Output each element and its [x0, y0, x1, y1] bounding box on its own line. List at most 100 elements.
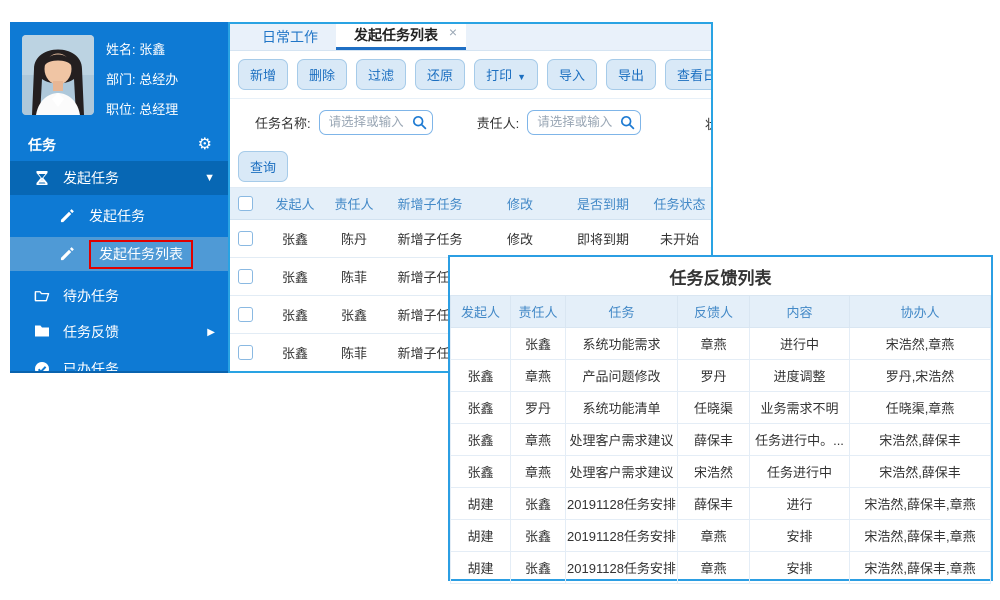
search-icon[interactable] — [412, 115, 427, 130]
feedback-person-link[interactable]: 薛保丰 — [678, 424, 750, 456]
task-link[interactable]: 系统功能清单 — [566, 392, 678, 424]
query-button[interactable]: 查询 — [238, 151, 288, 182]
initiator-link[interactable]: 张鑫 — [451, 456, 511, 488]
task-link[interactable]: 处理客户需求建议 — [566, 424, 678, 456]
modify-link[interactable]: 修改 — [482, 219, 558, 257]
table-row: 张鑫 陈丹 新增子任务 修改 即将到期 未开始 — [230, 219, 711, 257]
content-cell: 安排 — [750, 552, 850, 584]
assignee-link[interactable]: 张鑫 — [511, 520, 566, 552]
pencil-icon — [60, 208, 76, 224]
assignee-field-wrap — [527, 110, 641, 135]
query-row: 查询 — [230, 145, 711, 188]
initiator-link[interactable]: 胡建 — [451, 520, 511, 552]
add-subtask-link[interactable]: 新增子任务 — [378, 219, 482, 257]
toolbar: 新增 删除 过滤 还原 打印▼ 导入 导出 查看日志 — [230, 51, 711, 99]
assignee-link[interactable]: 张鑫 — [511, 552, 566, 584]
filter-row: 任务名称: 责任人: — [230, 99, 711, 145]
feedback-person-link[interactable]: 薛保丰 — [678, 488, 750, 520]
col-collaborators: 协办人 — [850, 296, 991, 328]
feedback-header-row: 发起人 责任人 任务 反馈人 内容 协办人 — [451, 296, 991, 328]
assignee-link[interactable]: 罗丹 — [511, 392, 566, 424]
export-button[interactable]: 导出 — [606, 59, 656, 90]
sidebar-item-initiate-task[interactable]: 发起任务 — [10, 199, 228, 233]
feedback-person-link[interactable]: 章燕 — [678, 328, 750, 360]
assignee-link[interactable]: 陈菲 — [330, 257, 378, 295]
sidebar-item-label: 已办任务 — [63, 359, 119, 373]
tab-daily-work[interactable]: 日常工作 — [244, 24, 336, 50]
assignee-link[interactable]: 章燕 — [511, 456, 566, 488]
gear-icon[interactable]: ⚙ — [198, 137, 212, 153]
feedback-row: 张鑫 章燕 处理客户需求建议 薛保丰 任务进行中。... 宋浩然,薛保丰 — [451, 424, 991, 456]
feedback-person-link[interactable]: 宋浩然 — [678, 456, 750, 488]
initiator-link[interactable]: 张鑫 — [451, 360, 511, 392]
import-button[interactable]: 导入 — [547, 59, 597, 90]
initiator-link[interactable]: 张鑫 — [451, 424, 511, 456]
select-all-checkbox[interactable] — [238, 196, 253, 211]
feedback-popup: 任务反馈列表 发起人 责任人 任务 反馈人 内容 协办人 张鑫 系统功能需求 — [448, 255, 993, 581]
sidebar-item-label: 发起任务列表 — [99, 246, 183, 262]
sidebar-item-todo-tasks[interactable]: 待办任务 — [10, 279, 228, 313]
feedback-person-link[interactable]: 章燕 — [678, 552, 750, 584]
assignee-link[interactable]: 陈丹 — [330, 219, 378, 257]
collaborators-cell: 罗丹,宋浩然 — [850, 360, 991, 392]
restore-button[interactable]: 还原 — [415, 59, 465, 90]
content-cell: 进行中 — [750, 328, 850, 360]
print-button[interactable]: 打印▼ — [474, 59, 538, 90]
row-checkbox[interactable] — [238, 345, 253, 360]
col-assignee: 责任人 — [511, 296, 566, 328]
feedback-person-link[interactable]: 任晓渠 — [678, 392, 750, 424]
task-link[interactable]: 产品问题修改 — [566, 360, 678, 392]
assignee-link[interactable]: 张鑫 — [511, 328, 566, 360]
sidebar-item-task-feedback[interactable]: 任务反馈 ▶ — [10, 315, 228, 349]
tab-initiate-task-list[interactable]: 发起任务列表 × — [336, 24, 466, 50]
initiator-link[interactable]: 张鑫 — [451, 392, 511, 424]
initiator-link[interactable]: 张鑫 — [260, 219, 330, 257]
profile-card: 姓名: 张鑫 部门: 总经办 职位: 总经理 — [10, 22, 228, 128]
assignee-link[interactable]: 张鑫 — [330, 295, 378, 333]
initiator-link[interactable]: 胡建 — [451, 552, 511, 584]
collaborators-cell: 任晓渠,章燕 — [850, 392, 991, 424]
view-log-button[interactable]: 查看日志 — [665, 59, 713, 90]
feedback-person-link[interactable]: 罗丹 — [678, 360, 750, 392]
assignee-link[interactable]: 章燕 — [511, 424, 566, 456]
feedback-row: 胡建 张鑫 20191128任务安排 章燕 安排 宋浩然,薛保丰,章燕 — [451, 552, 991, 584]
assignee-link[interactable]: 张鑫 — [511, 488, 566, 520]
task-link[interactable]: 处理客户需求建议 — [566, 456, 678, 488]
row-checkbox[interactable] — [238, 269, 253, 284]
feedback-person-link[interactable]: 章燕 — [678, 520, 750, 552]
search-icon[interactable] — [620, 115, 635, 130]
avatar — [22, 35, 94, 115]
task-link[interactable]: 20191128任务安排 — [566, 520, 678, 552]
row-checkbox[interactable] — [238, 307, 253, 322]
initiator-link[interactable]: 张鑫 — [260, 295, 330, 333]
close-icon[interactable]: × — [449, 24, 457, 40]
delete-button[interactable]: 删除 — [297, 59, 347, 90]
task-link[interactable]: 系统功能需求 — [566, 328, 678, 360]
collaborators-cell: 宋浩然,薛保丰,章燕 — [850, 520, 991, 552]
sidebar-item-initiate-task-parent[interactable]: 发起任务 ▼ — [10, 161, 228, 195]
feedback-table: 发起人 责任人 任务 反馈人 内容 协办人 张鑫 系统功能需求 章燕 进行中 宋… — [450, 295, 991, 584]
initiator-link[interactable]: 张鑫 — [260, 257, 330, 295]
assignee-link[interactable]: 陈菲 — [330, 333, 378, 371]
assignee-link[interactable]: 章燕 — [511, 360, 566, 392]
row-checkbox[interactable] — [238, 231, 253, 246]
feedback-row: 张鑫 章燕 产品问题修改 罗丹 进度调整 罗丹,宋浩然 — [451, 360, 991, 392]
popup-title: 任务反馈列表 — [450, 257, 991, 295]
sidebar-item-done-tasks[interactable]: 已办任务 — [10, 352, 228, 373]
profile-title: 职位: 总经理 — [106, 99, 178, 118]
initiator-link[interactable]: 张鑫 — [260, 333, 330, 371]
filter-button[interactable]: 过滤 — [356, 59, 406, 90]
col-assignee: 责任人 — [330, 188, 378, 219]
sidebar-section-tasks[interactable]: 任务 ⚙ — [10, 128, 228, 161]
sidebar-item-initiate-task-list[interactable]: 发起任务列表 — [10, 237, 228, 271]
add-button[interactable]: 新增 — [238, 59, 288, 90]
initiator-link[interactable] — [451, 328, 511, 360]
col-initiator: 发起人 — [260, 188, 330, 219]
task-link[interactable]: 20191128任务安排 — [566, 552, 678, 584]
feedback-row: 张鑫 罗丹 系统功能清单 任晓渠 业务需求不明 任晓渠,章燕 — [451, 392, 991, 424]
initiator-link[interactable]: 胡建 — [451, 488, 511, 520]
content-cell: 业务需求不明 — [750, 392, 850, 424]
feedback-row: 张鑫 章燕 处理客户需求建议 宋浩然 任务进行中 宋浩然,薛保丰 — [451, 456, 991, 488]
feedback-row: 胡建 张鑫 20191128任务安排 章燕 安排 宋浩然,薛保丰,章燕 — [451, 520, 991, 552]
task-link[interactable]: 20191128任务安排 — [566, 488, 678, 520]
